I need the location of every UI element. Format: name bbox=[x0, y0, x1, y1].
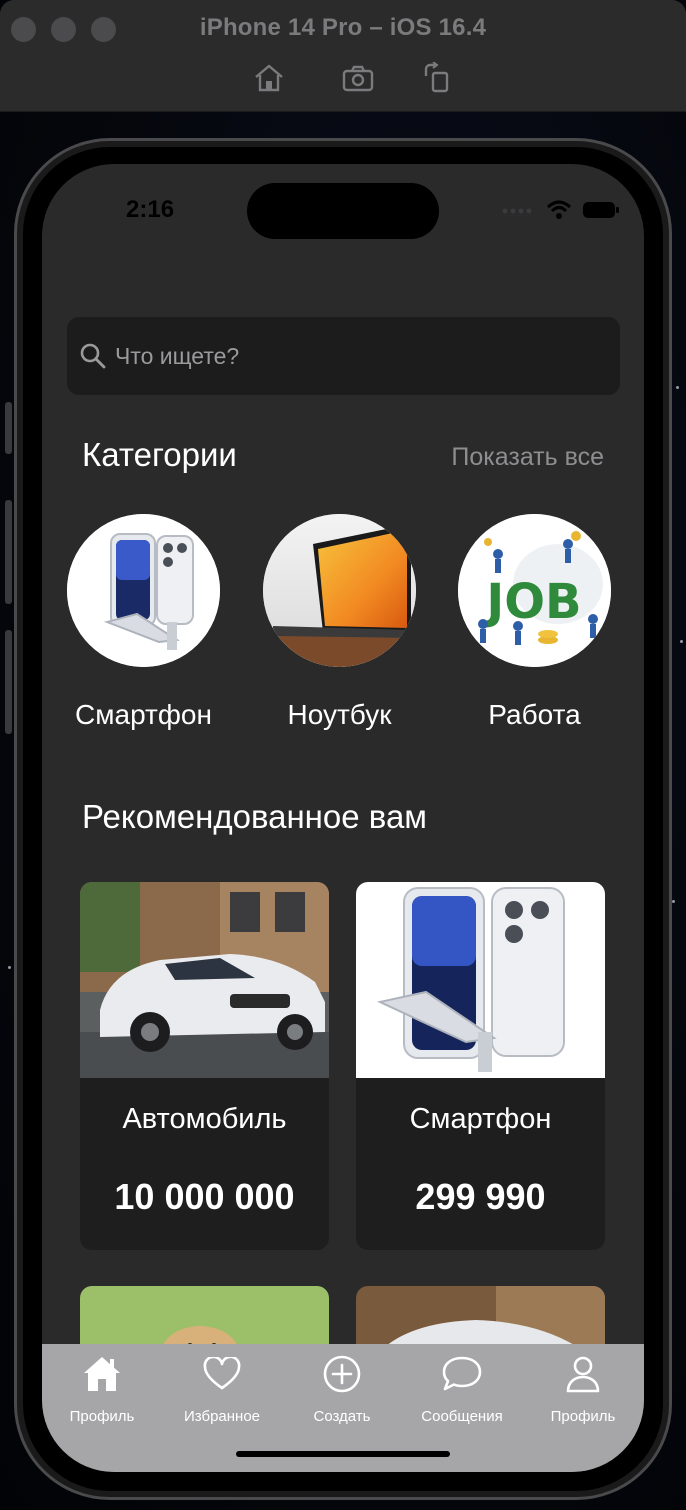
category-smartphone[interactable]: Смартфон bbox=[67, 514, 220, 731]
home-indicator bbox=[236, 1451, 450, 1457]
product-price: 299 990 bbox=[415, 1176, 546, 1217]
simulator-title: iPhone 14 Pro – iOS 16.4 bbox=[199, 14, 487, 41]
plus-circle-icon bbox=[323, 1355, 361, 1393]
tab-messages[interactable]: Сообщения bbox=[407, 1354, 517, 1425]
status-time: 2:16 bbox=[126, 196, 175, 223]
tab-create[interactable]: Создать bbox=[287, 1354, 397, 1425]
home-button[interactable] bbox=[251, 60, 287, 96]
search-input[interactable]: Что ищете? bbox=[67, 317, 620, 395]
search-icon bbox=[80, 343, 106, 369]
category-label: Работа bbox=[488, 699, 581, 730]
product-card-smartphone[interactable]: Смартфон 299 990 bbox=[356, 882, 605, 1250]
simulator-title-bar: iPhone 14 Pro – iOS 16.4 bbox=[0, 0, 686, 112]
chat-bubble-icon bbox=[442, 1356, 482, 1391]
house-icon bbox=[84, 1357, 120, 1391]
mute-switch bbox=[5, 402, 12, 454]
show-all-link[interactable]: Показать все bbox=[451, 443, 604, 472]
status-icons bbox=[502, 200, 620, 220]
tab-label: Профиль bbox=[550, 1408, 616, 1425]
star bbox=[676, 386, 679, 389]
category-label: Смартфон bbox=[75, 699, 212, 730]
category-job[interactable]: JOB Работа bbox=[458, 514, 611, 731]
smartphone-case-image bbox=[67, 514, 220, 667]
car-image bbox=[80, 882, 329, 1078]
person-icon bbox=[566, 1356, 600, 1393]
star bbox=[672, 900, 675, 903]
product-image bbox=[80, 882, 329, 1078]
volume-down-button bbox=[5, 630, 12, 734]
product-image bbox=[356, 882, 605, 1078]
star bbox=[680, 640, 683, 643]
tab-profile-person[interactable]: Профиль bbox=[528, 1354, 638, 1425]
app-screen: 2:16 Что ищете? Категории Показать все С… bbox=[42, 164, 644, 1472]
star bbox=[8, 966, 11, 969]
job-illustration-image: JOB bbox=[458, 514, 611, 667]
tab-label: Избранное bbox=[183, 1408, 261, 1425]
recommended-title: Рекомендованное вам bbox=[82, 798, 427, 835]
product-card-car[interactable]: Автомобиль 10 000 000 bbox=[80, 882, 329, 1250]
tab-label: Сообщения bbox=[421, 1408, 503, 1425]
smartphone-case-image bbox=[356, 882, 605, 1078]
home-icon bbox=[255, 64, 283, 92]
volume-up-button bbox=[5, 500, 12, 604]
category-laptop[interactable]: Ноутбук bbox=[263, 514, 416, 731]
dynamic-island bbox=[247, 183, 439, 239]
svg-text:JOB: JOB bbox=[483, 574, 581, 630]
cellular-icon bbox=[502, 208, 532, 214]
search-placeholder: Что ищете? bbox=[115, 342, 240, 369]
product-name: Смартфон bbox=[409, 1103, 552, 1135]
battery-icon bbox=[583, 202, 619, 218]
product-name: Автомобиль bbox=[122, 1103, 287, 1135]
screenshot-icon bbox=[342, 65, 374, 92]
product-price: 10 000 000 bbox=[114, 1176, 295, 1217]
tab-label: Профиль bbox=[69, 1408, 135, 1425]
laptop-image bbox=[263, 514, 416, 667]
category-image bbox=[67, 514, 220, 667]
wifi-icon bbox=[546, 200, 572, 219]
categories-title: Категории bbox=[82, 436, 237, 473]
category-label: Ноутбук bbox=[287, 699, 392, 730]
heart-icon bbox=[203, 1357, 241, 1390]
category-image: JOB bbox=[458, 514, 611, 667]
category-image bbox=[263, 514, 416, 667]
screenshot-button[interactable] bbox=[340, 60, 376, 96]
tab-favorites[interactable]: Избранное bbox=[167, 1354, 277, 1425]
tab-label: Создать bbox=[313, 1408, 371, 1425]
tab-profile[interactable]: Профиль bbox=[47, 1354, 157, 1425]
rotate-button[interactable] bbox=[419, 60, 455, 96]
rotate-icon bbox=[424, 62, 449, 93]
